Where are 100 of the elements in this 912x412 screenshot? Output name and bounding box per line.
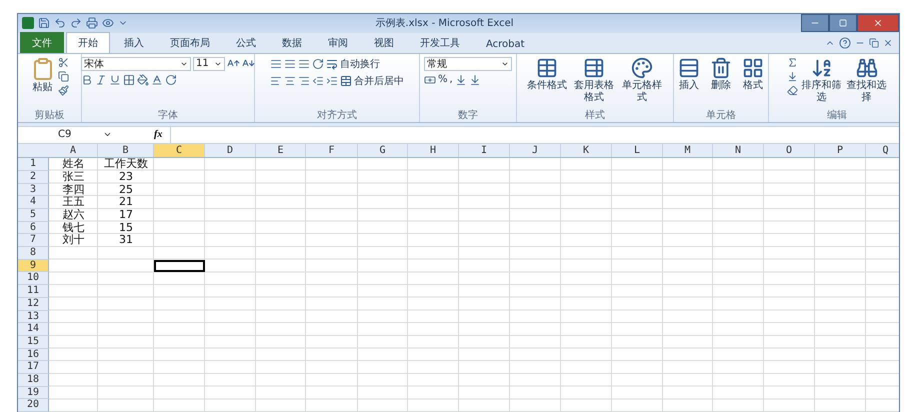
copy-icon[interactable] — [58, 70, 68, 82]
column-header[interactable]: I — [459, 144, 510, 158]
row-header[interactable]: 20 — [18, 399, 49, 412]
table-cell[interactable]: 15 — [98, 222, 154, 234]
column-header[interactable]: P — [815, 144, 866, 158]
ribbon-tab[interactable]: 数据 — [270, 32, 314, 52]
row-header[interactable]: 10 — [18, 272, 49, 286]
column-header[interactable]: L — [612, 144, 663, 158]
column-header[interactable]: O — [764, 144, 815, 158]
column-header[interactable]: Q — [866, 144, 899, 158]
selected-cell[interactable] — [154, 260, 205, 272]
delete-button[interactable]: 删除 — [710, 56, 732, 92]
row-header[interactable]: 18 — [18, 374, 49, 387]
paste-button[interactable]: 粘贴 — [30, 56, 54, 94]
name-box[interactable]: C9 — [18, 129, 118, 140]
row-header[interactable]: 9 — [18, 260, 49, 272]
save-icon[interactable] — [38, 17, 50, 30]
help-icon[interactable] — [839, 36, 851, 48]
find-select-button[interactable]: 查找和选择 — [846, 56, 888, 104]
column-header[interactable]: J — [510, 144, 561, 158]
row-header[interactable]: 7 — [18, 234, 49, 248]
percent-button[interactable]: % — [438, 74, 448, 85]
row-header[interactable]: 15 — [18, 336, 49, 349]
table-cell[interactable]: 17 — [98, 209, 154, 222]
cut-icon[interactable] — [58, 56, 68, 68]
row-header[interactable]: 6 — [18, 222, 49, 234]
print-icon[interactable] — [86, 17, 98, 30]
italic-icon[interactable] — [95, 74, 107, 86]
column-header[interactable]: N — [713, 144, 764, 158]
ribbon-tab[interactable]: 页面布局 — [158, 32, 222, 52]
row-header[interactable]: 19 — [18, 386, 49, 400]
row-header[interactable]: 1 — [18, 158, 49, 171]
row-header[interactable]: 3 — [18, 184, 49, 196]
border-icon[interactable] — [123, 74, 135, 86]
table-cell[interactable]: 25 — [98, 184, 154, 196]
ribbon-tab[interactable]: 视图 — [362, 32, 406, 52]
table-cell[interactable]: 工作天数 — [98, 158, 154, 171]
comma-button[interactable]: , — [450, 74, 453, 85]
fill-color-icon[interactable] — [137, 74, 149, 86]
currency-icon[interactable] — [424, 74, 436, 86]
ribbon-tab[interactable]: 开始 — [66, 32, 110, 52]
table-cell[interactable]: 21 — [98, 196, 154, 209]
table-cell[interactable]: 31 — [98, 234, 154, 248]
column-header[interactable]: A — [49, 144, 98, 158]
maximize-button[interactable] — [829, 14, 857, 32]
align-top-icon[interactable] — [270, 58, 282, 70]
align-left-icon[interactable] — [270, 74, 282, 86]
decrease-decimal-icon[interactable] — [468, 74, 481, 86]
increase-decimal-icon[interactable] — [454, 74, 467, 86]
column-header[interactable]: K — [561, 144, 612, 158]
conditional-format-button[interactable]: 条件格式 — [527, 56, 567, 92]
ribbon-tab[interactable]: 公式 — [224, 32, 268, 52]
row-header[interactable]: 14 — [18, 323, 49, 336]
row-header[interactable]: 5 — [18, 209, 49, 222]
restore-workbook-icon[interactable] — [869, 38, 879, 48]
row-header[interactable]: 12 — [18, 298, 49, 310]
close-button[interactable] — [857, 14, 899, 32]
ribbon-tab[interactable]: 审阅 — [316, 32, 360, 52]
table-cell[interactable]: 张三 — [49, 170, 98, 184]
table-cell[interactable]: 23 — [98, 170, 154, 184]
ribbon-tab[interactable]: Acrobat — [474, 34, 537, 52]
format-painter-icon[interactable] — [58, 84, 68, 96]
align-center-icon[interactable] — [284, 74, 296, 86]
column-header[interactable]: M — [663, 144, 713, 158]
format-as-table-button[interactable]: 套用表格格式 — [573, 56, 615, 104]
font-name-field[interactable]: 宋体 — [81, 56, 191, 70]
number-format-field[interactable]: 常规 — [424, 56, 512, 70]
close-workbook-icon[interactable] — [883, 38, 893, 48]
table-cell[interactable]: 钱七 — [49, 222, 98, 234]
table-cell[interactable]: 王五 — [49, 196, 98, 209]
align-middle-icon[interactable] — [284, 58, 296, 70]
row-header[interactable]: 16 — [18, 348, 49, 362]
column-header[interactable]: E — [256, 144, 306, 158]
ribbon-tab[interactable]: 开发工具 — [408, 32, 472, 52]
sort-filter-button[interactable]: 排序和筛选 — [800, 56, 842, 104]
row-header[interactable]: 13 — [18, 310, 49, 324]
column-header[interactable]: F — [306, 144, 358, 158]
autosum-icon[interactable] — [786, 56, 798, 68]
minimize-button[interactable] — [801, 14, 829, 32]
align-bottom-icon[interactable] — [298, 58, 310, 70]
insert-button[interactable]: 插入 — [678, 56, 700, 92]
row-header[interactable]: 17 — [18, 361, 49, 374]
ribbon-tab[interactable]: 插入 — [112, 32, 156, 52]
insert-function-button[interactable]: fx — [154, 129, 162, 140]
column-header[interactable]: G — [358, 144, 408, 158]
clear-icon[interactable] — [786, 84, 798, 96]
table-cell[interactable]: 姓名 — [49, 158, 98, 171]
fill-icon[interactable] — [786, 70, 798, 82]
table-cell[interactable]: 赵六 — [49, 209, 98, 222]
redo-icon[interactable] — [70, 17, 82, 30]
file-tab[interactable]: 文件 — [20, 32, 64, 52]
align-right-icon[interactable] — [298, 74, 310, 86]
decrease-indent-icon[interactable] — [312, 74, 324, 86]
row-header[interactable]: 8 — [18, 247, 49, 260]
font-color-icon[interactable] — [151, 74, 163, 86]
row-header[interactable]: 2 — [18, 170, 49, 184]
wrap-text-button[interactable]: 自动换行 — [326, 56, 380, 70]
format-button[interactable]: 格式 — [742, 56, 764, 92]
table-cell[interactable]: 刘十 — [49, 234, 98, 248]
orientation-icon[interactable] — [312, 58, 324, 70]
